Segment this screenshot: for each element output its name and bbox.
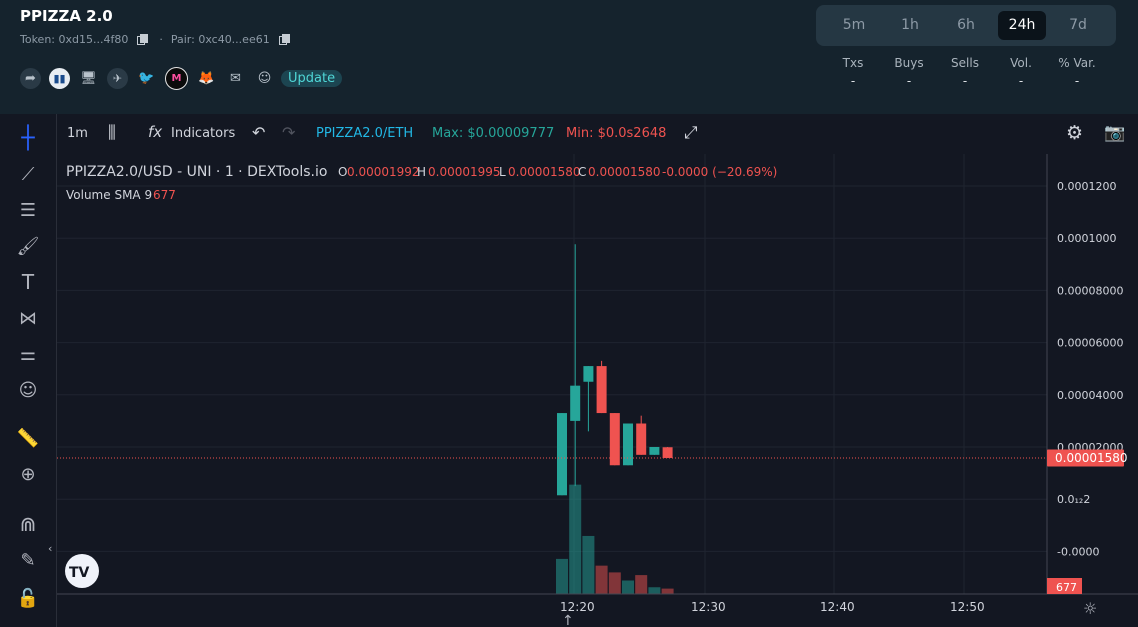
interval-button[interactable]: 1m	[67, 126, 88, 141]
svg-text:0.00001992: 0.00001992	[347, 165, 420, 179]
fx-icon: fx	[148, 123, 163, 141]
time-tick-label: 12:50	[950, 600, 985, 614]
price-tick-label: -0.0000	[1057, 545, 1099, 558]
candle-body	[662, 447, 673, 458]
candle-body	[649, 447, 660, 455]
volume-bar	[635, 575, 648, 594]
svg-text:0.00001995: 0.00001995	[428, 165, 501, 179]
update-button[interactable]: Update	[281, 70, 343, 87]
price-tick-label: 0.0001200	[1057, 180, 1117, 193]
volume-bar	[569, 484, 582, 594]
timeframe-6h[interactable]: 6h	[942, 11, 990, 40]
stat-txs: Txs -	[842, 56, 864, 88]
pair-address: Pair: 0xc40...ee61	[170, 33, 270, 46]
time-tick-label: 12:30	[691, 600, 726, 614]
social-links: ➦ ▮▮ 🖥 ✈ 🐦 M 🦊 ✉ ☺ Update	[20, 67, 343, 90]
dextools-icon[interactable]: ▮▮	[49, 68, 70, 89]
copy-token-icon[interactable]	[137, 34, 149, 45]
chart-settings-sun-icon[interactable]: ☼	[1083, 599, 1097, 618]
candle-body	[596, 366, 607, 414]
volume-bar	[595, 565, 608, 594]
price-axis: 0.0001200 0.0001000 0.00008000 0.00006000 0.…	[1057, 180, 1123, 558]
timeframe-24h[interactable]: 24h	[998, 11, 1046, 40]
fullscreen-icon[interactable]: ⤢	[684, 123, 698, 143]
tradingview-logo[interactable]: TV	[65, 554, 99, 588]
max-price: Max: $0.00009777	[432, 126, 555, 141]
price-chart[interactable]: 0.0001200 0.0001000 0.00008000 0.00006000 0.…	[0, 154, 1138, 627]
time-axis: 12:20 12:30 12:40 12:50	[560, 600, 985, 614]
svg-text:0.00001580: 0.00001580	[508, 165, 581, 179]
token-title: PPIZZA 2.0	[20, 7, 113, 25]
volume-badge-label: 677	[1056, 581, 1077, 594]
candle-body	[636, 423, 647, 455]
crosshair-icon[interactable]: ┼	[14, 124, 42, 152]
camera-icon[interactable]: 📷	[1104, 123, 1125, 143]
svg-text:0.00001580: 0.00001580	[588, 165, 661, 179]
price-tick-label: 0.0001000	[1057, 232, 1117, 245]
legend-symbol: PPIZZA2.0/USD - UNI · 1 · DEXTools.io	[66, 164, 327, 180]
legend-ohlc: O 0.00001992 H 0.00001995 L 0.00001580 C…	[338, 165, 777, 179]
price-tick-label: 0.00004000	[1057, 389, 1123, 402]
candle-body	[570, 385, 581, 421]
token-address: Token: 0xd15...4f80	[20, 33, 129, 46]
timeframe-1h[interactable]: 1h	[886, 11, 934, 40]
collapse-toolbar-icon[interactable]: ‹	[48, 542, 52, 555]
volume-bars	[556, 484, 674, 594]
settings-gear-icon[interactable]: ⚙	[1066, 122, 1083, 144]
timeframe-selector: 5m 1h 6h 24h 7d	[816, 5, 1116, 46]
candle-body	[609, 413, 620, 466]
candle-body	[583, 366, 594, 382]
market-icon[interactable]: M	[165, 67, 188, 90]
undo-icon[interactable]: ↶	[252, 123, 265, 142]
twitter-icon[interactable]: 🐦	[136, 68, 157, 89]
price-tick-label: 0.00008000	[1057, 284, 1123, 297]
svg-text:L: L	[499, 165, 506, 179]
share-icon[interactable]: ➦	[20, 68, 41, 89]
volume-bar	[622, 580, 634, 594]
volume-bar	[556, 558, 568, 594]
website-icon[interactable]: 🖥	[78, 68, 99, 89]
current-price-label: 0.00001580	[1055, 451, 1128, 465]
price-tick-label: 0.00006000	[1057, 337, 1123, 350]
candle-type-icon[interactable]: ⫼	[108, 123, 116, 143]
scroll-to-realtime-icon[interactable]: ↑	[562, 613, 574, 627]
volume-bar	[608, 572, 621, 594]
chart-toolbar: 1m ⫼ fx Indicators ↶ ↷ PPIZZA2.0/ETH Max…	[0, 114, 1138, 154]
indicators-button[interactable]: Indicators	[171, 126, 235, 141]
volume-bar	[582, 535, 595, 594]
min-price: Min: $0.0s2648	[566, 126, 667, 141]
redo-icon[interactable]: ↷	[282, 123, 295, 142]
time-tick-label: 12:40	[820, 600, 855, 614]
timeframe-5m[interactable]: 5m	[830, 11, 878, 40]
candle-body	[623, 423, 633, 466]
price-tick-label: 0.0₁₂2	[1057, 493, 1090, 506]
stat-buys: Buys -	[894, 56, 924, 88]
svg-text:H: H	[417, 165, 426, 179]
metamask-icon[interactable]: 🦊	[196, 68, 217, 89]
timeframe-7d[interactable]: 7d	[1054, 11, 1102, 40]
volume-legend-value: 677	[153, 188, 176, 202]
discord-icon[interactable]: ☺	[254, 68, 275, 89]
email-icon[interactable]: ✉	[225, 68, 246, 89]
copy-pair-icon[interactable]	[278, 34, 290, 45]
token-header: PPIZZA 2.0 Token: 0xd15...4f80 · Pair: 0…	[0, 0, 1138, 115]
time-tick-label: 12:20	[560, 600, 595, 614]
chart-grid	[57, 154, 1047, 594]
stat-sells: Sells -	[951, 56, 979, 88]
separator-dot: ·	[159, 33, 163, 46]
volume-bar	[661, 588, 674, 594]
stat-volume: Vol. -	[1010, 56, 1032, 88]
volume-legend-label: Volume SMA 9	[66, 188, 152, 202]
pair-switch-button[interactable]: PPIZZA2.0/ETH	[316, 126, 413, 141]
candle-body	[557, 413, 567, 496]
svg-text:TV: TV	[69, 565, 90, 581]
stat-variation: % Var. -	[1058, 56, 1096, 88]
address-row: Token: 0xd15...4f80 · Pair: 0xc40...ee61	[20, 33, 293, 46]
telegram-icon[interactable]: ✈	[107, 68, 128, 89]
volume-bar	[648, 587, 661, 594]
svg-text:-0.0000 (−20.69%): -0.0000 (−20.69%)	[662, 165, 777, 179]
svg-text:C: C	[578, 165, 586, 179]
